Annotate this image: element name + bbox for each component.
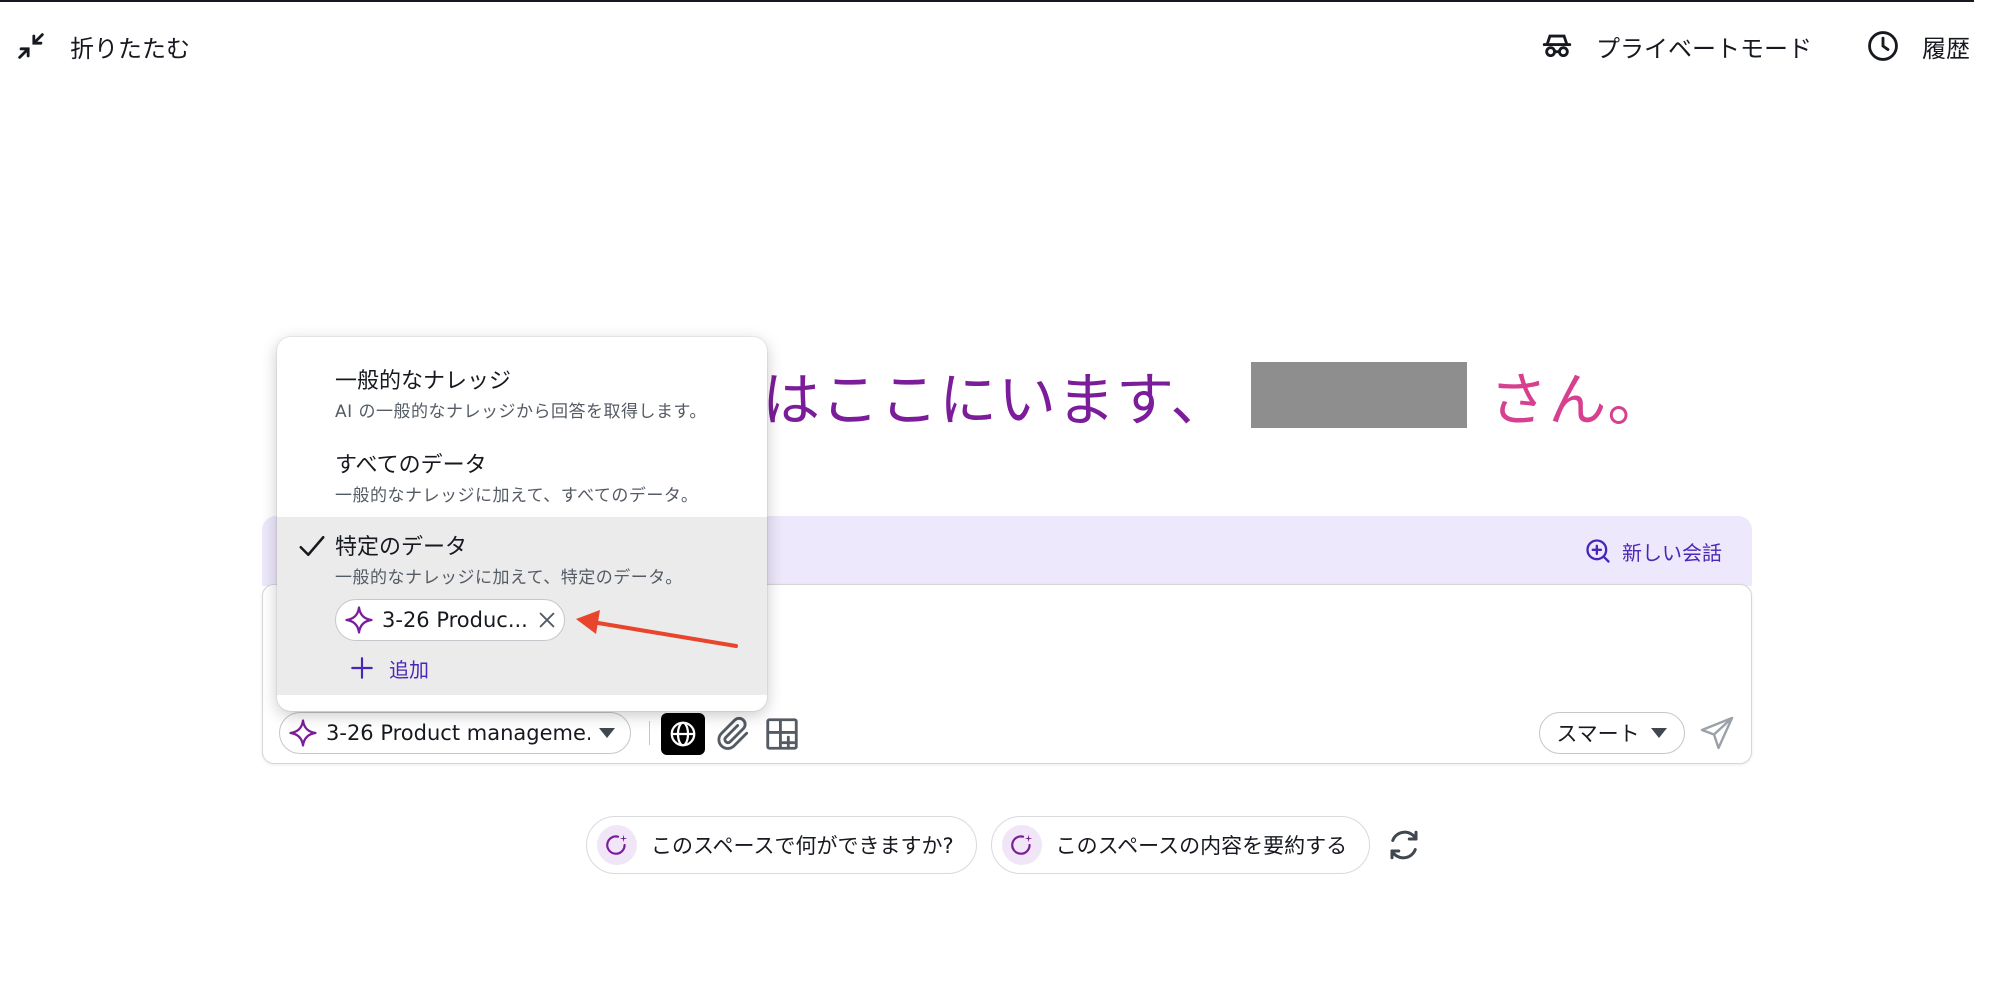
- collapse-icon: [18, 33, 44, 59]
- history-button[interactable]: 履歴: [1866, 29, 1970, 64]
- option-title: 特定のデータ: [335, 535, 468, 560]
- caret-down-icon: [1650, 728, 1667, 738]
- option-title: 一般的なナレッジ: [335, 369, 512, 394]
- clock-icon: [1868, 31, 1898, 61]
- refresh-icon[interactable]: [1386, 827, 1422, 863]
- checkmark-icon: [299, 536, 325, 556]
- close-icon[interactable]: [536, 609, 558, 631]
- toolbar-divider: [649, 721, 650, 745]
- globe-icon: [670, 721, 696, 747]
- option-description: 一般的なナレッジに加えて、特定のデータ。: [335, 568, 683, 588]
- suggestion-label: このスペースで何ができますか?: [651, 834, 954, 858]
- redacted-username: [1251, 362, 1468, 428]
- response-mode-select[interactable]: スマート: [1539, 712, 1685, 754]
- private-mode-label: プライベートモード: [1596, 34, 1812, 63]
- add-widget-icon[interactable]: [763, 715, 801, 753]
- option-description: 一般的なナレッジに加えて、すべてのデータ。: [335, 486, 699, 506]
- incognito-icon: [1542, 34, 1572, 58]
- sparkle-icon: [345, 606, 373, 634]
- greeting-text: はここにいます、: [762, 366, 1230, 434]
- suggestion-row: このスペースで何ができますか? このスペースの内容を要約する: [586, 816, 1422, 874]
- ai-chat-icon: [606, 834, 628, 855]
- new-chat-label: 新しい会話: [1622, 540, 1722, 565]
- suggestion-chip[interactable]: このスペースで何ができますか?: [586, 816, 977, 874]
- collapse-button[interactable]: 折りたたむ: [14, 28, 190, 64]
- greeting-heading: はここにいます、 さん。: [762, 360, 1666, 434]
- add-data-button[interactable]: 追加: [349, 653, 429, 683]
- selected-data-chip: 3-26 Produc...: [335, 599, 565, 641]
- data-source-select[interactable]: 3-26 Product manageme...: [279, 712, 631, 754]
- paperclip-icon[interactable]: [715, 715, 753, 753]
- collapse-label: 折りたたむ: [70, 34, 190, 63]
- suggestion-icon-wrap: [1001, 825, 1042, 865]
- data-chip-label: 3-26 Produc...: [382, 608, 528, 632]
- new-chat-button[interactable]: 新しい会話: [1584, 534, 1722, 568]
- add-data-label: 追加: [389, 657, 429, 682]
- web-search-toggle[interactable]: [661, 713, 705, 755]
- history-label: 履歴: [1922, 34, 1970, 63]
- option-general-knowledge[interactable]: 一般的なナレッジ AI の一般的なナレッジから回答を取得します。: [277, 337, 767, 422]
- option-title: すべてのデータ: [335, 453, 487, 478]
- top-actions: プライベートモード 履歴: [1540, 28, 1970, 64]
- caret-down-icon: [599, 728, 615, 738]
- plus-icon: [351, 657, 373, 679]
- data-source-label: 3-26 Product manageme...: [326, 721, 590, 745]
- top-border: [0, 0, 1974, 2]
- suggestion-label: このスペースの内容を要約する: [1055, 834, 1348, 858]
- greeting-suffix: さん。: [1489, 366, 1667, 434]
- annotation-arrow: [576, 610, 738, 648]
- suggestion-chip[interactable]: このスペースの内容を要約する: [990, 816, 1371, 874]
- private-mode-button[interactable]: プライベートモード: [1540, 29, 1812, 64]
- ai-chat-icon: [1010, 834, 1032, 855]
- suggestion-icon-wrap: [597, 825, 637, 865]
- send-icon[interactable]: [1699, 715, 1735, 751]
- response-mode-label: スマート: [1556, 722, 1640, 746]
- new-chat-icon: [1586, 539, 1610, 563]
- sparkle-icon: [289, 719, 317, 747]
- option-all-data[interactable]: すべてのデータ 一般的なナレッジに加えて、すべてのデータ。: [277, 419, 767, 506]
